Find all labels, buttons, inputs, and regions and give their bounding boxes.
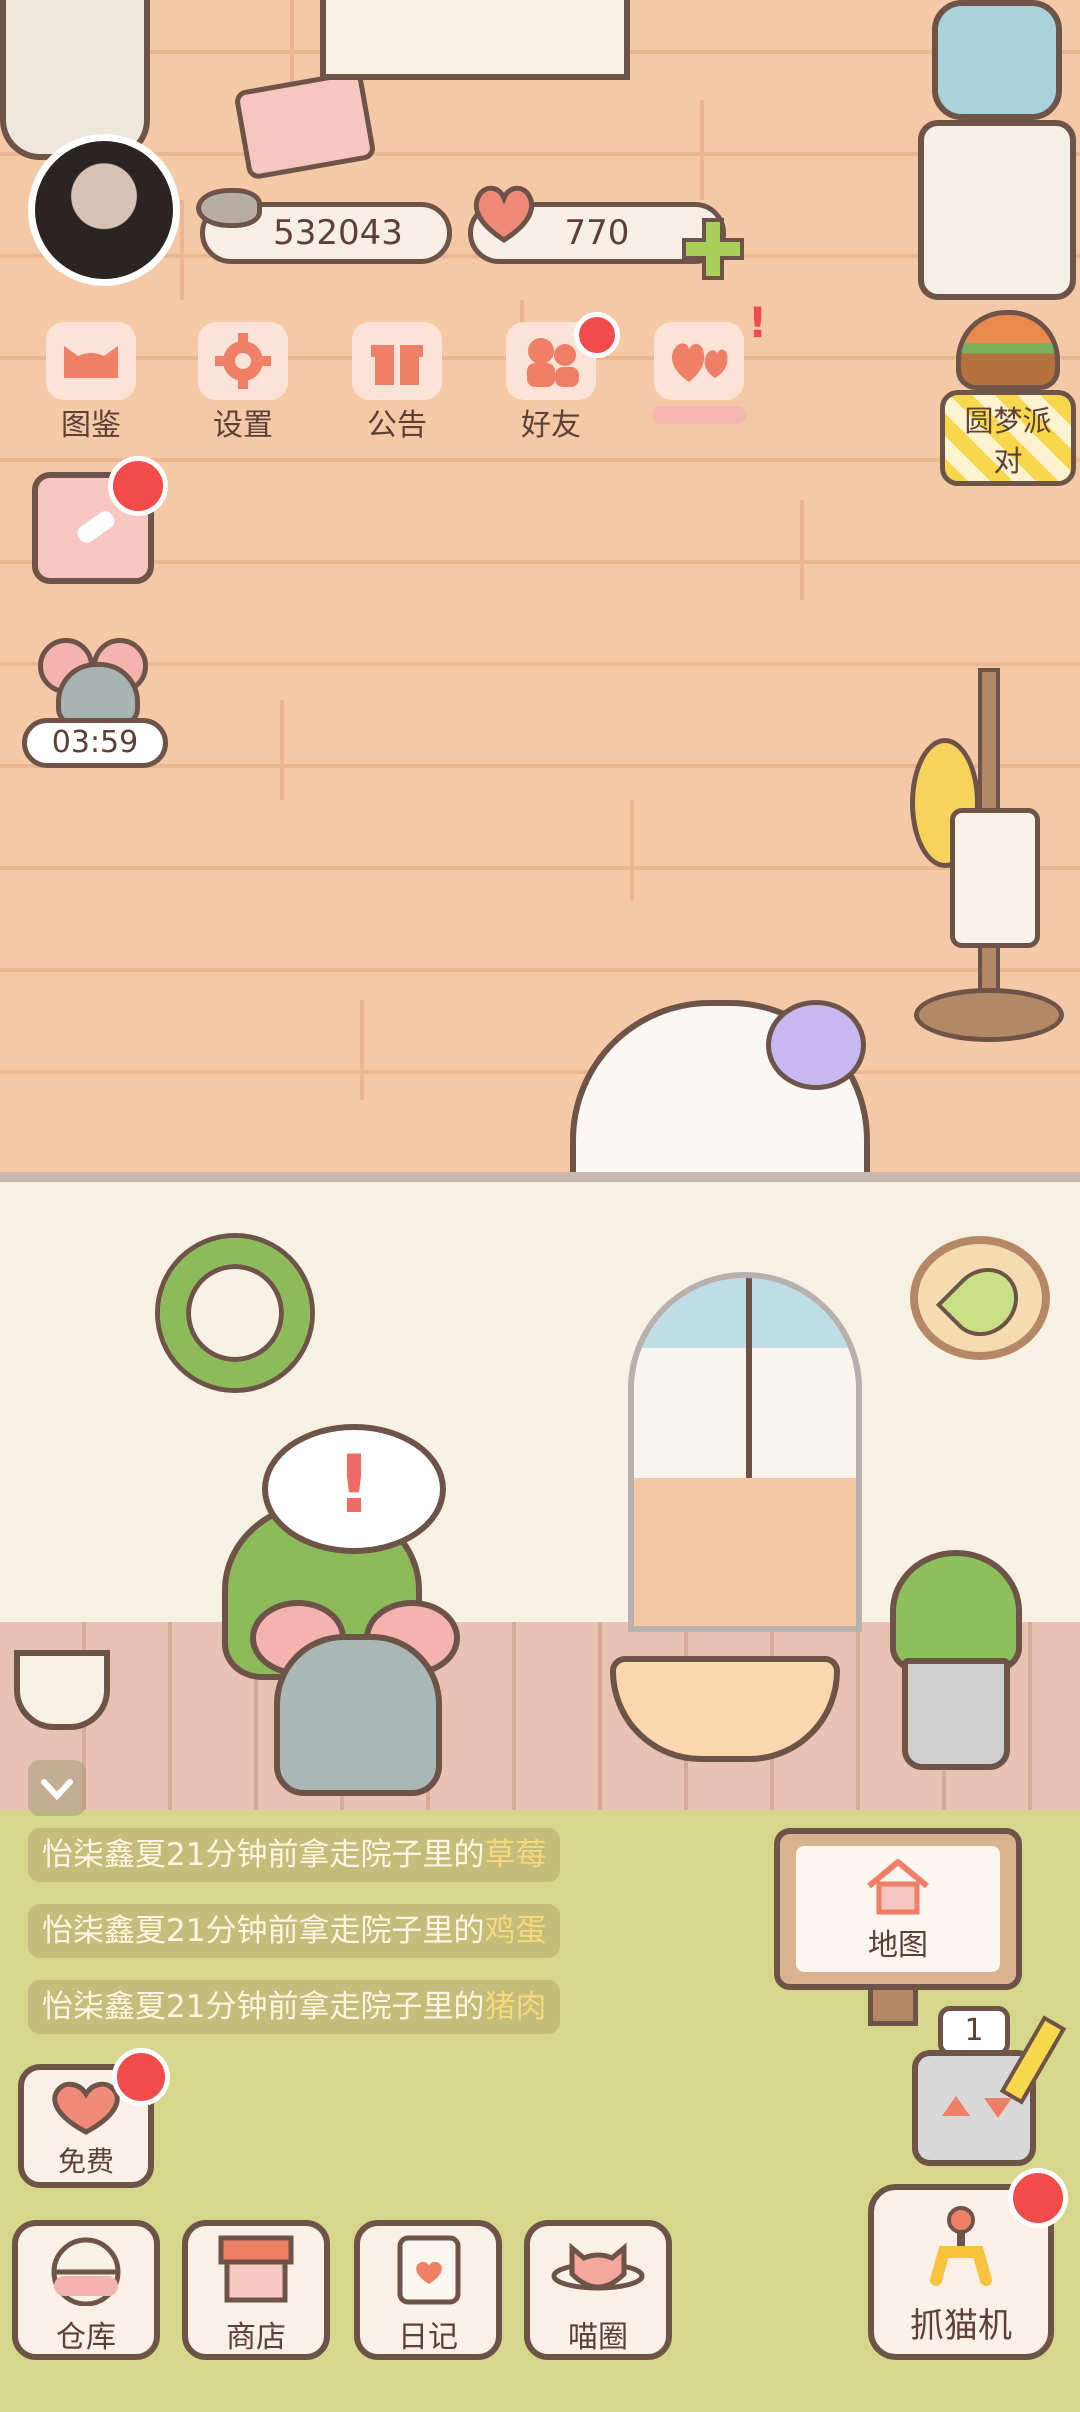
house-icon	[796, 1846, 1000, 1920]
activity-log-line: 怡柒鑫夏21分钟前拿走院子里的草莓	[28, 1828, 561, 1882]
window-frame	[320, 0, 630, 80]
nav-shop[interactable]: 商店	[182, 2220, 330, 2360]
menu-label: 好友	[521, 408, 581, 443]
grey-mouse-character[interactable]	[250, 1600, 460, 1796]
fish-amount: 532043	[273, 213, 403, 253]
activity-log-line: 怡柒鑫夏21分钟前拿走院子里的猪肉	[28, 1980, 561, 2034]
hearts-icon	[654, 322, 744, 400]
claw-machine-label: 抓猫机	[910, 2306, 1012, 2346]
menu-catalog[interactable]: 图鉴	[36, 322, 146, 443]
log-item: 草莓	[484, 1837, 547, 1873]
menu-label: 图鉴	[61, 408, 121, 443]
warehouse-icon	[18, 2226, 154, 2312]
shop-icon	[188, 2226, 324, 2312]
menu-hearts[interactable]	[644, 322, 754, 442]
gift-icon	[352, 322, 442, 400]
wreath-decor	[160, 1238, 310, 1388]
nav-label: 仓库	[56, 2320, 116, 2355]
sprout-pot-decor	[14, 1650, 110, 1730]
room-divider	[0, 1172, 1080, 1182]
chevron-down-icon	[41, 1779, 73, 1801]
water-cooler-decor[interactable]	[918, 0, 1076, 300]
nav-diary[interactable]: 日记	[354, 2220, 502, 2360]
menu-settings[interactable]: 设置	[188, 322, 298, 443]
coat-rack-decor	[910, 668, 1064, 1042]
nav-label: 日记	[398, 2320, 458, 2355]
mouse-event-button[interactable]: 03:59	[22, 634, 168, 768]
arched-window	[628, 1272, 862, 1632]
event-party-button[interactable]: 圆梦派对	[940, 310, 1076, 494]
fish-icon	[196, 188, 262, 228]
slot-machine-button[interactable]: 1	[912, 2006, 1067, 2166]
nav-label: 喵圈	[568, 2320, 628, 2355]
diary-icon	[360, 2226, 496, 2312]
hearts-progress-bar	[652, 406, 746, 424]
friends-badge	[574, 312, 620, 358]
log-item: 鸡蛋	[484, 1913, 547, 1949]
mouse-timer: 03:59	[22, 718, 168, 768]
map-sign-button[interactable]: 地图	[774, 1828, 1022, 1990]
calendar-badge	[108, 456, 168, 516]
activity-log-line: 怡柒鑫夏21分钟前拿走院子里的鸡蛋	[28, 1904, 561, 1958]
claw-machine-badge	[1008, 2168, 1068, 2228]
alert-speech-bubble[interactable]: !	[262, 1424, 446, 1554]
leaf-clock-decor	[910, 1236, 1050, 1360]
menu-announcement[interactable]: 公告	[342, 322, 452, 443]
log-collapse-toggle[interactable]	[28, 1760, 86, 1816]
avatar[interactable]	[28, 134, 180, 286]
planet-cat-icon	[530, 2226, 666, 2312]
arrow-down-icon	[984, 2098, 1012, 2118]
nav-meow-circle[interactable]: 喵圈	[524, 2220, 672, 2360]
free-label: 免费	[57, 2145, 114, 2178]
mouse-icon	[38, 638, 148, 728]
nav-warehouse[interactable]: 仓库	[12, 2220, 160, 2360]
counter-value: 1	[938, 2006, 1010, 2056]
potted-plant-decor	[880, 1550, 1022, 1770]
menu-label: 设置	[213, 408, 273, 443]
burger-bear-icon	[956, 310, 1060, 390]
nav-label: 商店	[226, 2320, 286, 2355]
heart-icon	[468, 182, 540, 244]
sign-post	[868, 1990, 918, 2026]
add-hearts-button[interactable]	[680, 216, 746, 282]
log-item: 猪肉	[484, 1989, 547, 2025]
menu-label: 公告	[367, 408, 427, 443]
pencil-icon	[74, 508, 118, 546]
hearts-alert-icon: !	[748, 298, 768, 347]
arrow-up-icon	[942, 2096, 970, 2116]
heart-amount: 770	[564, 213, 630, 253]
event-label: 圆梦派对	[940, 390, 1076, 486]
heater-decor	[0, 0, 150, 160]
cat-book-icon	[46, 322, 136, 400]
hair-flower-icon	[766, 1000, 866, 1090]
free-badge	[112, 2048, 170, 2106]
map-label: 地图	[868, 1928, 928, 1963]
gear-icon	[198, 322, 288, 400]
